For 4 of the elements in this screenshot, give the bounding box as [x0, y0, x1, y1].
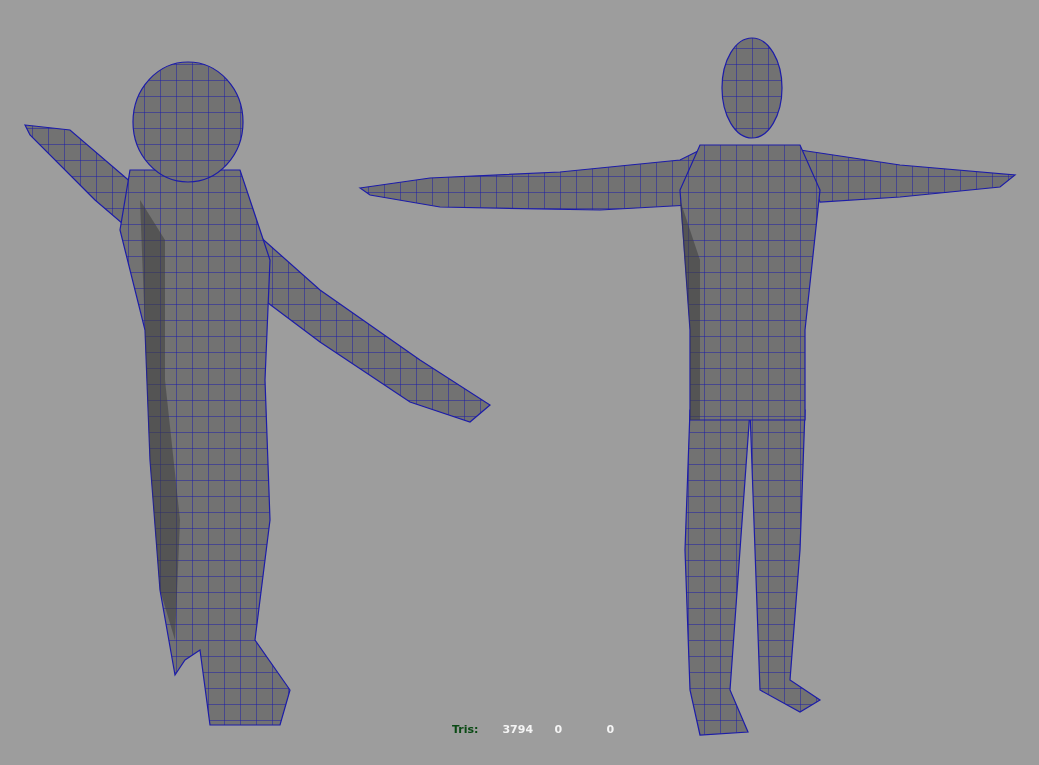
- hud-value: 0: [554, 723, 564, 736]
- hud-value: 3794: [502, 723, 535, 736]
- hud-label: Tris:: [452, 723, 479, 736]
- hud-value: 0: [606, 723, 616, 736]
